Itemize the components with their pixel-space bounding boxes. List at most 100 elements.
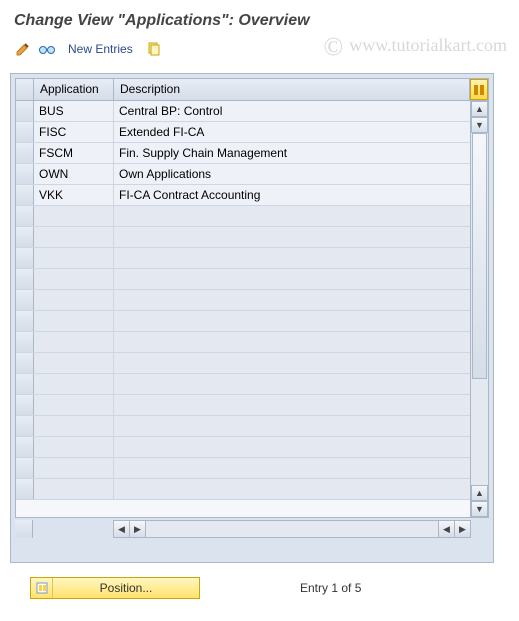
scroll-down-step-icon[interactable]: ▲ [471,485,488,501]
table-row[interactable] [16,374,470,395]
cell-application[interactable] [34,290,114,310]
table-row[interactable]: BUSCentral BP: Control [16,101,470,122]
cell-application[interactable] [34,416,114,436]
scroll-up-step-icon[interactable]: ▼ [471,117,488,133]
cell-application[interactable]: OWN [34,164,114,184]
cell-description[interactable]: Fin. Supply Chain Management [114,143,470,163]
cell-application[interactable] [34,248,114,268]
table-row[interactable] [16,437,470,458]
row-selector[interactable] [16,311,34,331]
scroll-left-step-icon[interactable]: ▶ [130,521,146,537]
table-row[interactable] [16,227,470,248]
vertical-scrollbar[interactable]: ▲ ▼ ▲ ▼ [470,101,488,517]
cell-description[interactable] [114,227,470,247]
cell-application[interactable]: BUS [34,101,114,121]
copy-icon[interactable] [145,40,163,58]
row-selector[interactable] [16,479,34,499]
glasses-icon[interactable] [38,40,56,58]
cell-description[interactable] [114,290,470,310]
cell-application[interactable]: VKK [34,185,114,205]
cell-application[interactable] [34,206,114,226]
cell-application[interactable] [34,227,114,247]
cell-description[interactable] [114,437,470,457]
table-row[interactable]: FISCExtended FI-CA [16,122,470,143]
row-selector[interactable] [16,290,34,310]
row-selector[interactable] [16,206,34,226]
cell-application[interactable] [34,332,114,352]
row-selector[interactable] [16,164,34,184]
cell-application[interactable] [34,374,114,394]
scroll-up-icon[interactable]: ▲ [471,101,488,117]
cell-description[interactable] [114,206,470,226]
table-row[interactable]: OWNOwn Applications [16,164,470,185]
table-row[interactable] [16,458,470,479]
row-selector[interactable] [16,248,34,268]
row-selector[interactable] [16,458,34,478]
cell-description[interactable] [114,416,470,436]
row-selector[interactable] [16,416,34,436]
row-selector[interactable] [16,437,34,457]
data-table: Application Description BUSCentral BP: C… [15,78,489,518]
cell-description[interactable]: FI-CA Contract Accounting [114,185,470,205]
cell-description[interactable] [114,269,470,289]
cell-application[interactable]: FSCM [34,143,114,163]
table-row[interactable] [16,353,470,374]
hscroll-corner [15,520,33,538]
new-entries-button[interactable]: New Entries [62,42,139,56]
scroll-right-icon[interactable]: ▶ [454,521,470,537]
cell-description[interactable] [114,458,470,478]
table-row[interactable] [16,290,470,311]
table-row[interactable] [16,248,470,269]
cell-description[interactable] [114,353,470,373]
cell-description[interactable] [114,248,470,268]
cell-description[interactable]: Extended FI-CA [114,122,470,142]
table-row[interactable] [16,206,470,227]
cell-application[interactable] [34,353,114,373]
cell-application[interactable] [34,479,114,499]
column-header-application[interactable]: Application [34,79,114,100]
change-icon[interactable] [14,40,32,58]
cell-description[interactable] [114,395,470,415]
cell-application[interactable] [34,311,114,331]
cell-description[interactable] [114,374,470,394]
cell-description[interactable] [114,479,470,499]
cell-description[interactable]: Own Applications [114,164,470,184]
table-settings-icon[interactable] [470,79,488,100]
horizontal-scrollbar[interactable]: ◀ ▶ ◀ ▶ [113,520,471,538]
scroll-thumb[interactable] [472,133,487,379]
table-row[interactable] [16,311,470,332]
row-selector[interactable] [16,332,34,352]
row-selector[interactable] [16,353,34,373]
scroll-down-icon[interactable]: ▼ [471,501,488,517]
cell-application[interactable] [34,458,114,478]
select-all-cell[interactable] [16,79,34,100]
table-row[interactable] [16,269,470,290]
scroll-track[interactable] [471,133,488,485]
row-selector[interactable] [16,185,34,205]
cell-application[interactable]: FISC [34,122,114,142]
row-selector[interactable] [16,395,34,415]
table-row[interactable]: VKKFI-CA Contract Accounting [16,185,470,206]
hscroll-track[interactable] [146,521,438,537]
row-selector[interactable] [16,227,34,247]
row-selector[interactable] [16,374,34,394]
scroll-left-icon[interactable]: ◀ [114,521,130,537]
table-row[interactable] [16,416,470,437]
cell-description[interactable]: Central BP: Control [114,101,470,121]
cell-application[interactable] [34,269,114,289]
column-header-description[interactable]: Description [114,79,470,100]
position-button[interactable]: Position... [30,577,200,599]
row-selector[interactable] [16,122,34,142]
cell-description[interactable] [114,332,470,352]
table-row[interactable] [16,479,470,500]
scroll-right-step-icon[interactable]: ◀ [438,521,454,537]
table-row[interactable] [16,332,470,353]
table-row[interactable]: FSCMFin. Supply Chain Management [16,143,470,164]
row-selector[interactable] [16,269,34,289]
row-selector[interactable] [16,101,34,121]
cell-description[interactable] [114,311,470,331]
cell-application[interactable] [34,395,114,415]
table-row[interactable] [16,395,470,416]
row-selector[interactable] [16,143,34,163]
cell-application[interactable] [34,437,114,457]
